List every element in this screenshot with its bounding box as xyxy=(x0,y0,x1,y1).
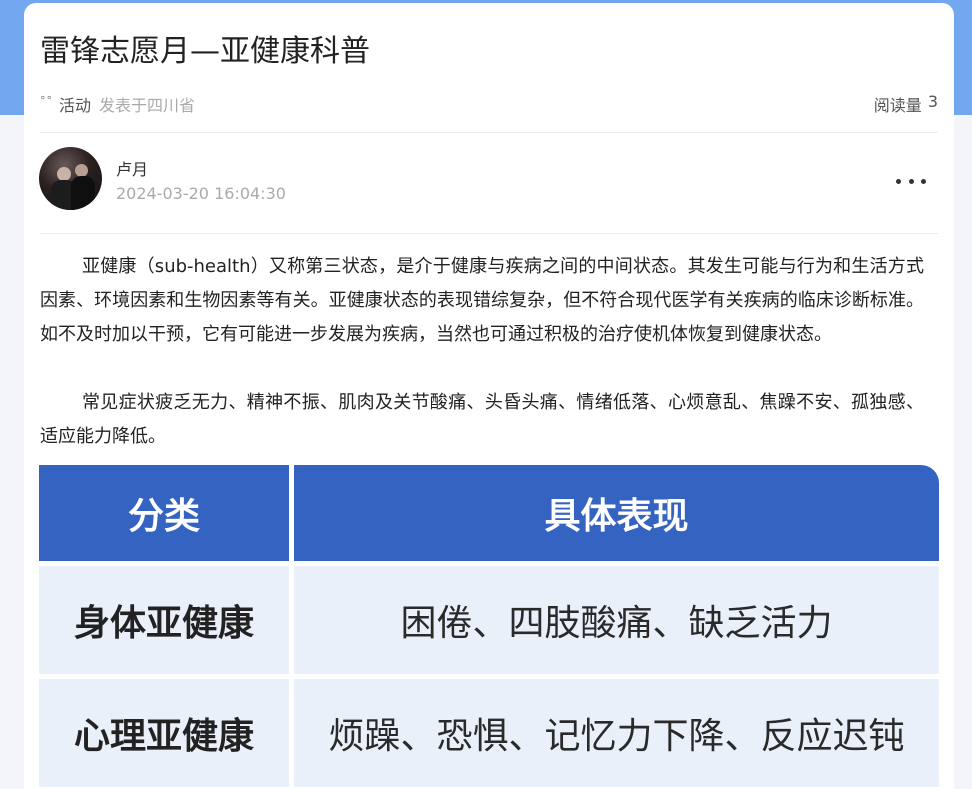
posted-location: 发表于四川省 xyxy=(99,96,196,115)
content-paragraph: 亚健康（sub-health）又称第三状态，是介于健康与疾病之间的中间状态。其发… xyxy=(40,256,924,345)
content-paragraph: 常见症状疲乏无力、精神不振、肌肉及关节酸痛、头昏头痛、情绪低落、心烦意乱、焦躁不… xyxy=(40,392,924,447)
table-header-symptoms: 具体表现 xyxy=(294,465,939,561)
author-name[interactable]: 卢月 xyxy=(116,156,148,180)
post-meta-left: °° 活动 发表于四川省 xyxy=(40,92,195,116)
post-timestamp: 2024-03-20 16:04:30 xyxy=(116,184,286,203)
post-meta: °° 活动 发表于四川省 阅读量 3 xyxy=(40,92,938,116)
symptom-table: 分类 具体表现 身体亚健康 困倦、四肢酸痛、缺乏活力 心理亚健康 烦躁、恐惧、记… xyxy=(39,465,939,789)
read-count-value: 3 xyxy=(927,92,938,111)
avatar[interactable] xyxy=(39,147,102,210)
table-cell-symptoms: 困倦、四肢酸痛、缺乏活力 xyxy=(294,566,939,674)
read-count-label: 阅读量 xyxy=(873,96,922,115)
table-cell-symptoms: 烦躁、恐惧、记忆力下降、反应迟钝 xyxy=(294,679,939,787)
divider xyxy=(40,233,938,234)
dots-icon: °° xyxy=(40,93,53,107)
post-title: 雷锋志愿月—亚健康科普 xyxy=(40,34,370,69)
table-cell-category: 身体亚健康 xyxy=(39,566,289,674)
category-link[interactable]: 活动 xyxy=(59,92,91,116)
read-count: 阅读量 3 xyxy=(874,92,938,116)
table-cell-category: 心理亚健康 xyxy=(39,679,289,787)
post-card: 雷锋志愿月—亚健康科普 °° 活动 发表于四川省 阅读量 3 卢月 2024-0… xyxy=(24,3,954,789)
more-horizontal-icon[interactable] xyxy=(896,171,926,191)
table-header-category: 分类 xyxy=(39,465,289,561)
divider xyxy=(40,132,938,133)
